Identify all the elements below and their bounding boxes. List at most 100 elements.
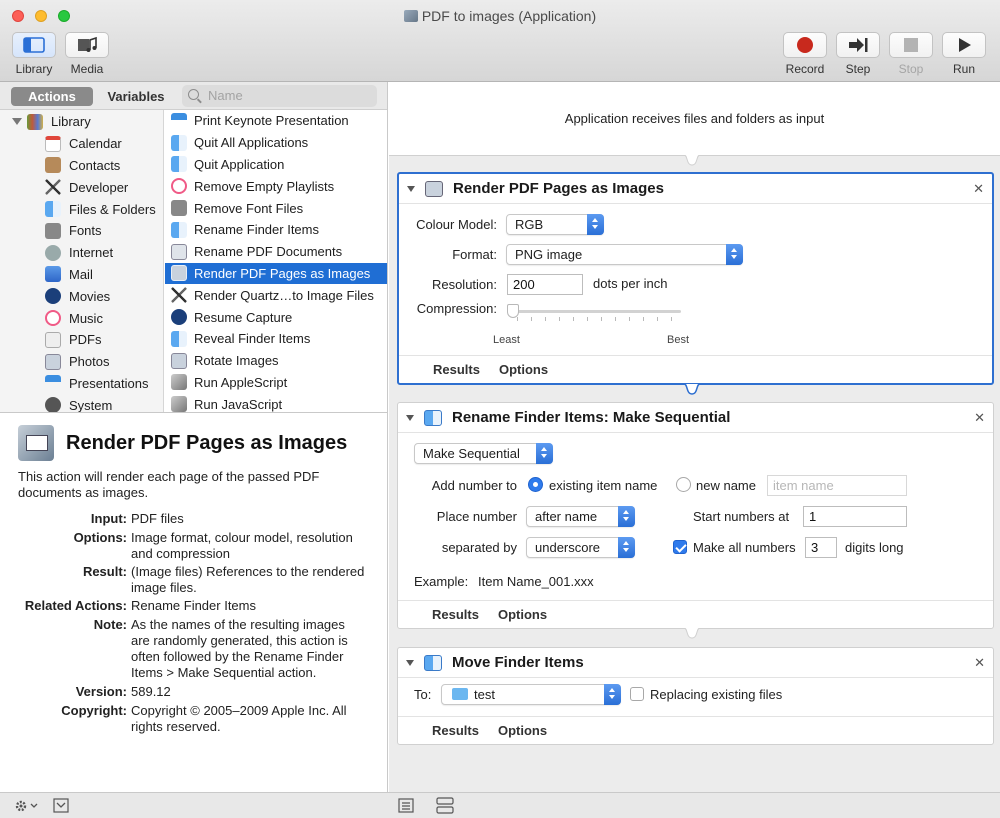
sidebar-item-pdfs[interactable]: PDFs xyxy=(0,329,163,351)
action-item[interactable]: Rotate Images xyxy=(165,350,387,372)
collapse-triangle-icon[interactable] xyxy=(406,659,414,666)
sidebar-item-calendar[interactable]: Calendar xyxy=(0,133,163,155)
card-footer: Results Options xyxy=(399,355,992,383)
card-title: Move Finder Items xyxy=(452,654,584,671)
options-toggle[interactable]: Options xyxy=(498,723,547,738)
run-button[interactable]: Run xyxy=(942,32,986,76)
action-label: Rename PDF Documents xyxy=(194,244,343,260)
action-item[interactable]: Quit All Applications xyxy=(165,132,387,154)
rename-finder-items-card[interactable]: Rename Finder Items: Make Sequential ✕ M… xyxy=(397,402,994,629)
stop-button[interactable]: Stop xyxy=(889,32,933,76)
make-all-numbers-checkbox[interactable] xyxy=(673,540,687,554)
sidebar-item-movies[interactable]: Movies xyxy=(0,285,163,307)
action-item[interactable]: Rename PDF Documents xyxy=(165,241,387,263)
sidebar-item-mail[interactable]: Mail xyxy=(0,264,163,286)
compression-slider[interactable] xyxy=(508,310,681,313)
photos-icon xyxy=(171,265,187,282)
format-popup[interactable]: PNG image xyxy=(506,244,743,265)
connector-notch xyxy=(680,384,704,395)
description-related: Related Actions: Rename Finder Items xyxy=(0,598,387,614)
start-number-field[interactable]: 1 xyxy=(803,506,907,527)
media-button[interactable]: Media xyxy=(65,32,109,76)
library-category-list: Library Calendar Contacts Developer File… xyxy=(0,110,164,412)
show-description-icon[interactable] xyxy=(53,798,69,813)
compression-slider-knob[interactable] xyxy=(507,304,519,318)
workflow-view-icon[interactable] xyxy=(436,797,454,814)
record-button[interactable]: Record xyxy=(783,32,827,76)
field-key: Input: xyxy=(90,511,127,526)
replacing-files-checkbox[interactable] xyxy=(630,687,644,701)
options-toggle[interactable]: Options xyxy=(498,607,547,622)
connector-notch xyxy=(680,628,704,639)
resolution-field[interactable]: 200 xyxy=(507,274,583,295)
separator-popup[interactable]: underscore xyxy=(526,537,635,558)
action-label: Remove Font Files xyxy=(194,200,304,216)
card-footer: Results Options xyxy=(398,716,993,744)
sidebar-item-contacts[interactable]: Contacts xyxy=(0,155,163,177)
sidebar-item-presentations[interactable]: Presentations xyxy=(0,373,163,395)
collapse-triangle-icon[interactable] xyxy=(406,414,414,421)
new-name-radio[interactable] xyxy=(676,477,691,492)
chevron-updown-icon xyxy=(604,684,621,705)
item-name-field[interactable]: item name xyxy=(767,475,907,496)
library-root-item[interactable]: Library xyxy=(0,111,163,133)
results-toggle[interactable]: Results xyxy=(432,607,479,622)
sidebar-item-system[interactable]: System xyxy=(0,394,163,412)
action-item[interactable]: Remove Font Files xyxy=(165,197,387,219)
library-folder-icon xyxy=(27,113,43,130)
action-item[interactable]: Run JavaScript xyxy=(165,393,387,412)
description-title: Render PDF Pages as Images xyxy=(66,431,348,454)
description-copyright: Copyright: Copyright © 2005–2009 Apple In… xyxy=(0,703,387,735)
compression-max-label: Best xyxy=(667,334,690,346)
stop-icon xyxy=(904,38,918,52)
sidebar-item-photos[interactable]: Photos xyxy=(0,351,163,373)
library-button[interactable]: Library xyxy=(12,32,56,76)
library-item-label: Developer xyxy=(69,179,129,195)
tab-variables[interactable]: Variables xyxy=(93,87,179,106)
gear-icon[interactable] xyxy=(14,799,40,813)
render-pdf-action-card[interactable]: Render PDF Pages as Images ✕ Colour Mode… xyxy=(397,172,994,385)
sidebar-item-fonts[interactable]: Fonts xyxy=(0,220,163,242)
step-button[interactable]: Step xyxy=(836,32,880,76)
finder-icon xyxy=(424,409,442,426)
action-item-selected[interactable]: Render PDF Pages as Images xyxy=(165,262,387,285)
action-item[interactable]: Reveal Finder Items xyxy=(165,328,387,350)
sidebar-item-music[interactable]: Music xyxy=(0,307,163,329)
options-toggle[interactable]: Options xyxy=(499,362,548,377)
colour-model-popup[interactable]: RGB xyxy=(506,214,604,235)
action-item[interactable]: Print Keynote Presentation xyxy=(165,110,387,132)
fonts-icon xyxy=(171,200,187,217)
collapse-triangle-icon[interactable] xyxy=(407,185,415,192)
action-item[interactable]: Remove Empty Playlists xyxy=(165,175,387,197)
place-number-popup[interactable]: after name xyxy=(526,506,635,527)
chevron-updown-icon xyxy=(587,214,604,235)
list-view-icon[interactable] xyxy=(398,798,414,813)
results-toggle[interactable]: Results xyxy=(433,362,480,377)
action-item[interactable]: Rename Finder Items xyxy=(165,219,387,241)
field-value: (Image files) References to the rendered… xyxy=(131,564,365,595)
slider-tick xyxy=(643,317,644,321)
close-icon[interactable]: ✕ xyxy=(974,410,985,426)
sidebar-item-developer[interactable]: Developer xyxy=(0,176,163,198)
action-item[interactable]: Quit Application xyxy=(165,154,387,176)
close-icon[interactable]: ✕ xyxy=(974,655,985,671)
digits-field[interactable]: 3 xyxy=(805,537,837,558)
sidebar-item-internet[interactable]: Internet xyxy=(0,242,163,264)
existing-name-radio[interactable] xyxy=(528,477,543,492)
tab-actions[interactable]: Actions xyxy=(11,87,93,106)
rename-mode-popup[interactable]: Make Sequential xyxy=(414,443,553,464)
window-title: PDF to images (Application) xyxy=(0,8,1000,24)
destination-folder-popup[interactable]: test xyxy=(441,684,621,705)
results-toggle[interactable]: Results xyxy=(432,723,479,738)
close-icon[interactable]: ✕ xyxy=(973,181,984,197)
search-placeholder: Name xyxy=(208,88,243,103)
disclosure-triangle-icon[interactable] xyxy=(12,118,22,126)
search-field[interactable]: Name xyxy=(182,85,377,107)
field-key: Options: xyxy=(73,530,127,545)
move-finder-items-card[interactable]: Move Finder Items ✕ To: test Replacing e… xyxy=(397,647,994,745)
action-item[interactable]: Resume Capture xyxy=(165,306,387,328)
slider-tick xyxy=(559,317,560,321)
action-item[interactable]: Run AppleScript xyxy=(165,372,387,394)
action-item[interactable]: Render Quartz…to Image Files xyxy=(165,284,387,306)
sidebar-item-files-folders[interactable]: Files & Folders xyxy=(0,198,163,220)
